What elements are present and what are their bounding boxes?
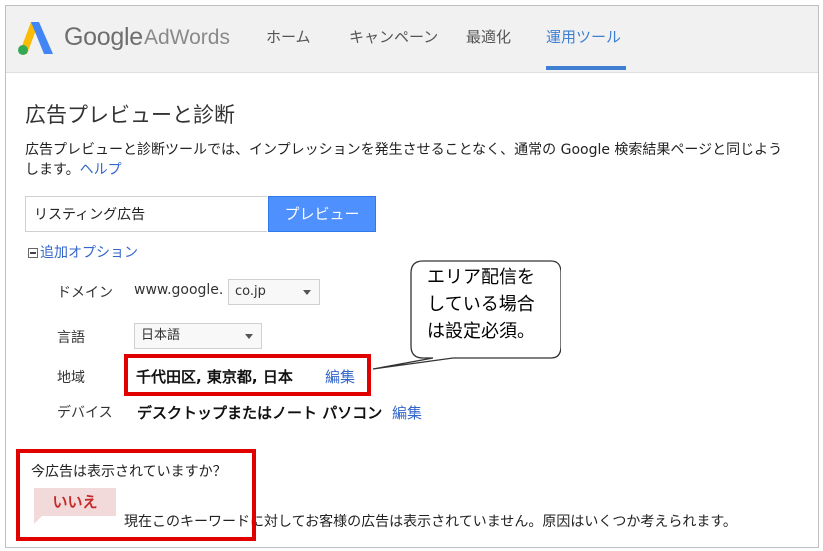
nav-home[interactable]: ホーム: [266, 26, 311, 47]
adwords-logo-text: AdWords: [144, 26, 230, 49]
device-value: デスクトップまたはノート パソコン: [137, 404, 383, 422]
app-window: Google AdWords ホーム キャンペーン 最適化 運用ツール 広告プレ…: [5, 5, 819, 548]
active-nav-indicator: [546, 66, 626, 70]
device-edit-link[interactable]: 編集: [392, 402, 422, 423]
help-link[interactable]: ヘルプ: [80, 162, 122, 178]
callout-text: エリア配信を している場合 は設定必須。: [406, 264, 556, 345]
region-value: 千代田区, 東京都, 日本: [136, 368, 293, 386]
domain-select-value: co.jp: [235, 284, 266, 299]
page-title: 広告プレビューと診断: [25, 103, 235, 127]
callout-line2: している場合: [427, 294, 535, 315]
additional-options-toggle[interactable]: 追加オプション: [28, 242, 138, 262]
device-label: デバイス: [57, 405, 113, 421]
nav-campaigns[interactable]: キャンペーン: [349, 26, 438, 47]
region-label: 地域: [57, 370, 85, 386]
description-line1: 広告プレビューと診断ツールでは、インプレッションを発生させることなく、通常の G…: [25, 142, 783, 158]
page-description: 広告プレビューと診断ツールでは、インプレッションを発生させることなく、通常の G…: [25, 140, 818, 180]
language-select-value: 日本語: [141, 328, 181, 343]
preview-button[interactable]: プレビュー: [268, 196, 376, 232]
callout-line3: は設定必須。: [427, 321, 535, 342]
domain-label: ドメイン: [57, 285, 113, 301]
description-line2: します。ヘルプ: [25, 160, 818, 180]
dropdown-caret-icon: [303, 290, 311, 295]
top-header: Google AdWords ホーム キャンペーン 最適化 運用ツール: [6, 6, 818, 73]
adwords-logo-icon[interactable]: [18, 20, 54, 56]
callout-line1: エリア配信を: [427, 267, 535, 288]
additional-options-label: 追加オプション: [40, 245, 138, 261]
nav-optimize[interactable]: 最適化: [466, 26, 511, 47]
dropdown-caret-icon: [245, 334, 253, 339]
result-highlight-box-bottom: [16, 449, 256, 541]
nav-tools[interactable]: 運用ツール: [546, 26, 621, 47]
language-label: 言語: [57, 330, 85, 346]
language-select[interactable]: 日本語: [134, 323, 262, 349]
google-logo-text: Google: [64, 23, 143, 51]
region-edit-link[interactable]: 編集: [325, 366, 355, 387]
keyword-input[interactable]: [25, 196, 267, 232]
description-line2-prefix: します。: [25, 162, 80, 178]
domain-prefix: www.google.: [134, 282, 224, 298]
collapse-box-icon: [28, 248, 38, 258]
domain-select[interactable]: co.jp: [228, 279, 320, 305]
